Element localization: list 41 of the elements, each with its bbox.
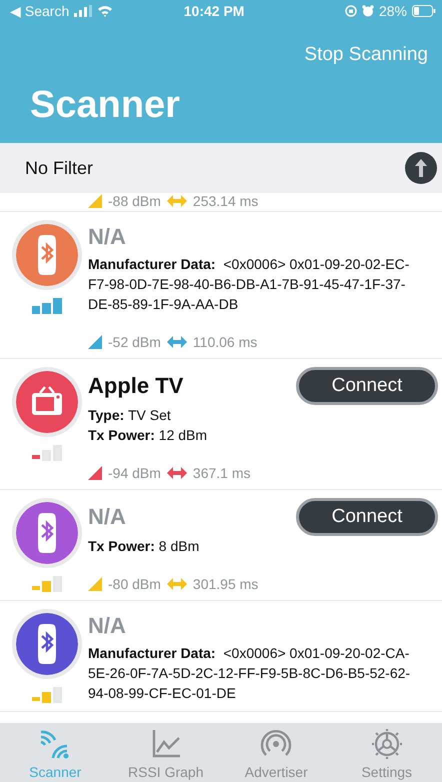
interval-value: 253.14 ms (192, 193, 258, 209)
double-arrow-icon (166, 335, 187, 349)
device-name: N/A (88, 504, 126, 530)
device-detail: Manufacturer Data: <0x0006> 0x01-09-20-02-EC-F7-98-0D-7E-98-40-B6-DB-A1-7B-91-45-47-1F-37-DE-85-89-1F-9A-AA-DB (88, 255, 410, 314)
double-arrow-icon (166, 466, 187, 480)
double-arrow-icon (166, 577, 187, 591)
device-detail: Manufacturer Data: <0x0006> 0x01-09-20-02-CA-5E-26-0F-7A-5D-2C-12-FF-F9-5B-8C-D6-B5-52-62-94-08-99-CF-EC-01-DE (88, 644, 412, 703)
alarm-clock-icon (362, 5, 374, 17)
tab[interactable]: Scanner (0, 723, 110, 782)
battery-icon (412, 5, 436, 17)
connect-button[interactable]: Connect (296, 498, 438, 536)
clock-time: 10:42 PM (182, 3, 246, 19)
tab[interactable]: Settings (332, 723, 442, 782)
rssi-value: -94 dBm (108, 465, 161, 481)
device-name: N/A (88, 224, 126, 250)
device-detail: Tx Power: 12 dBm (88, 426, 208, 445)
tab[interactable]: Advertiser (221, 723, 332, 782)
tab[interactable]: RSSI Graph (110, 723, 221, 782)
filter-label[interactable]: No Filter (25, 158, 94, 178)
rssi-value: -88 dBm (108, 193, 161, 209)
gear-icon (370, 728, 403, 760)
battery-percent: 28% (378, 3, 407, 19)
cellular-signal-icon (74, 5, 92, 17)
device-name: N/A (88, 613, 126, 639)
device-name: Apple TV (88, 373, 184, 399)
connect-button[interactable]: Connect (296, 367, 438, 405)
device-detail: Type: TV Set (88, 406, 172, 425)
interval-value: 367.1 ms (192, 465, 251, 481)
interval-value: 301.95 ms (192, 576, 258, 592)
stop-scanning-button[interactable]: Stop Scanning (304, 44, 428, 66)
signal-waves-icon (39, 728, 72, 760)
device-detail: Tx Power: 8 dBm (88, 537, 200, 556)
wifi-icon (97, 5, 114, 17)
scroll-up-icon[interactable] (404, 151, 438, 185)
back-link[interactable]: ◀ Search (10, 3, 70, 19)
interval-value: 110.06 ms (192, 334, 258, 350)
double-arrow-icon (166, 194, 187, 208)
rssi-value: -80 dBm (108, 576, 161, 592)
rssi-value: -52 dBm (108, 334, 161, 350)
rotation-lock-icon (344, 5, 357, 17)
page-title: Scanner (30, 84, 181, 127)
